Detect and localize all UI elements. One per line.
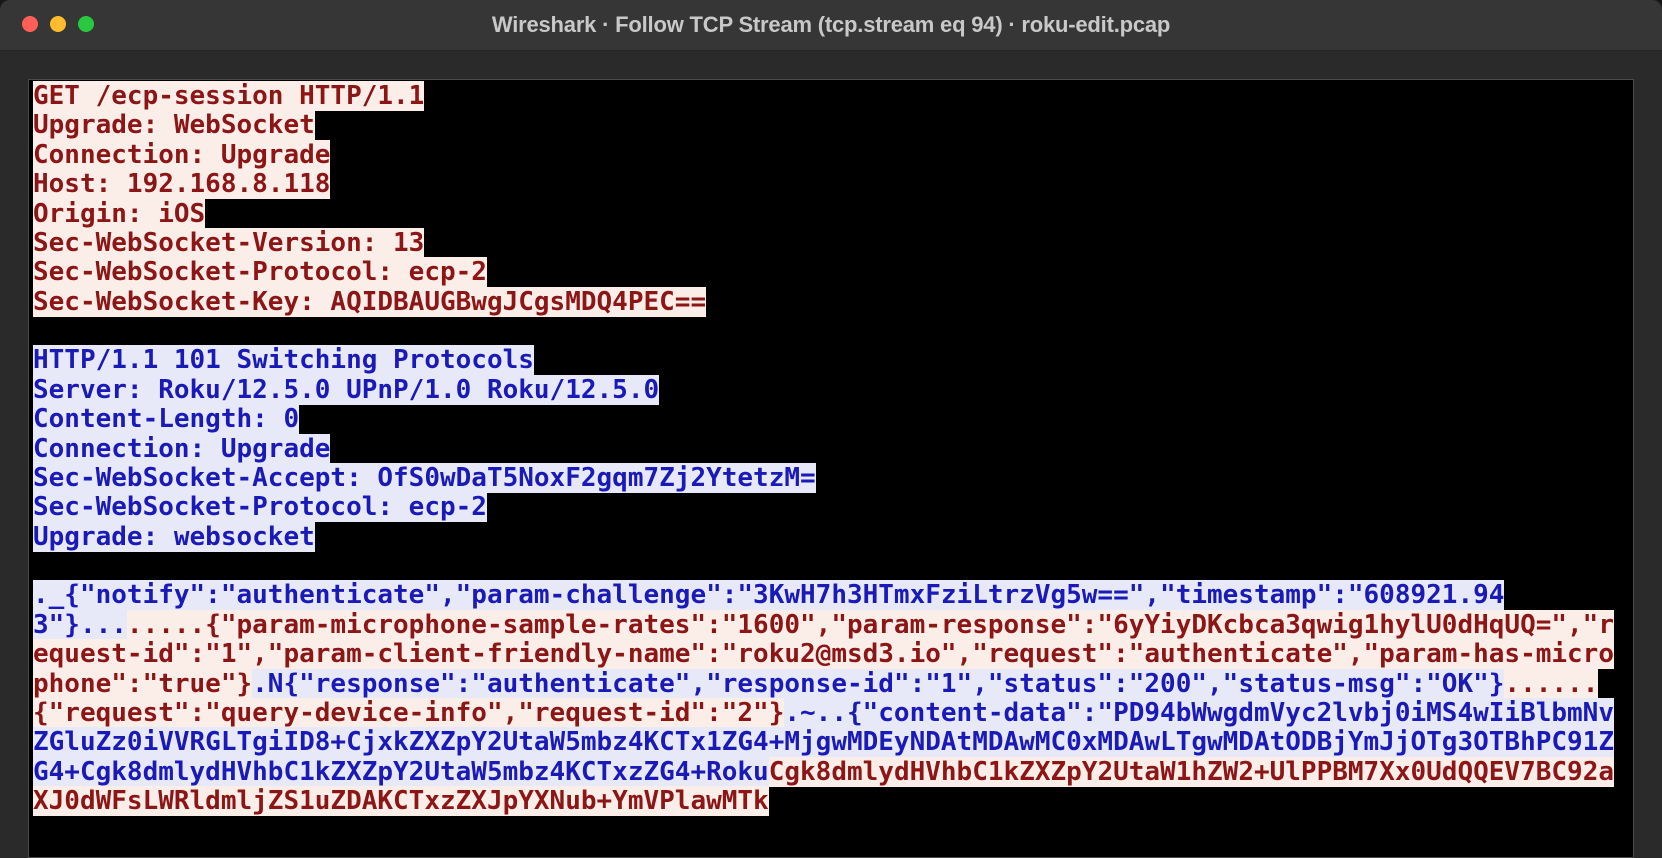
stream-request[interactable]: GET /ecp-session HTTP/1.1 Upgrade: WebSo… — [33, 81, 706, 317]
minimize-icon[interactable] — [50, 16, 66, 32]
close-icon[interactable] — [22, 16, 38, 32]
window-body: GET /ecp-session HTTP/1.1 Upgrade: WebSo… — [0, 51, 1662, 858]
stream-seg3[interactable]: .N{"response":"authenticate","response-i… — [252, 669, 1504, 699]
titlebar[interactable]: Wireshark · Follow TCP Stream (tcp.strea… — [0, 0, 1662, 51]
window-title: Wireshark · Follow TCP Stream (tcp.strea… — [0, 12, 1662, 38]
tcp-stream-text[interactable]: GET /ecp-session HTTP/1.1 Upgrade: WebSo… — [28, 79, 1634, 858]
app-window: Wireshark · Follow TCP Stream (tcp.strea… — [0, 0, 1662, 858]
zoom-icon[interactable] — [78, 16, 94, 32]
stream-response[interactable]: HTTP/1.1 101 Switching Protocols Server:… — [33, 345, 816, 551]
traffic-lights — [22, 16, 94, 32]
